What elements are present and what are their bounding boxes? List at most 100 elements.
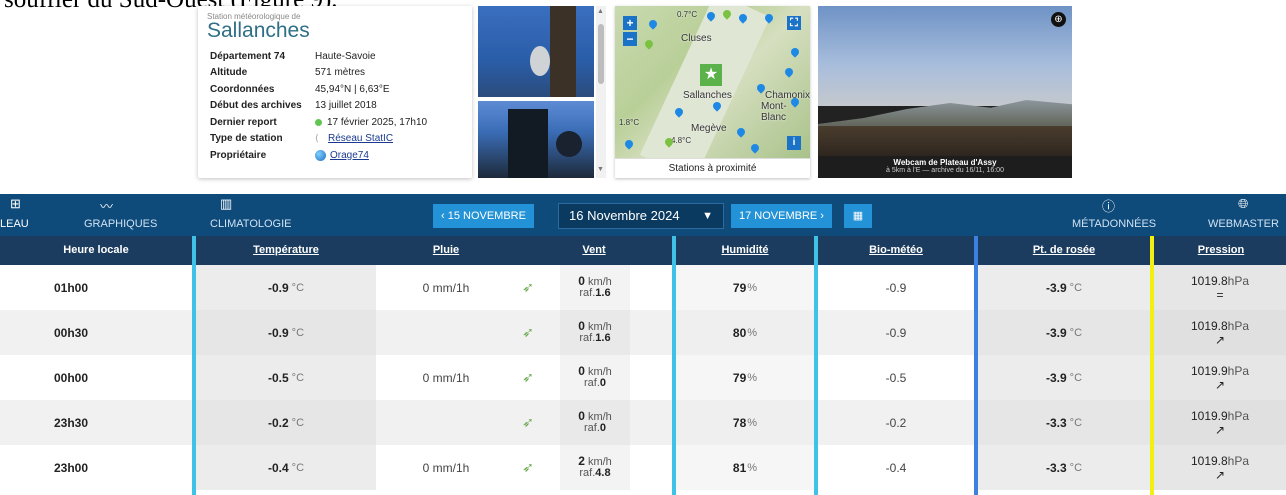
antenna-icon: ⟨ xyxy=(315,133,319,144)
tab-tableau[interactable]: ⊞ LEAU xyxy=(0,194,50,236)
cell-wind: 0 km/h raf.1.6 xyxy=(560,310,630,355)
bio-meteo-column-bar xyxy=(814,236,818,495)
map-temp-label: 1.8°C xyxy=(619,118,640,127)
pressure-column-bar xyxy=(1150,236,1154,495)
zoom-magnifier-icon[interactable]: ⊕ xyxy=(1051,12,1066,27)
cell-dew-point: -3.9 °C xyxy=(978,355,1150,400)
cell-temperature: -0.5 °C xyxy=(196,355,376,400)
cell-temperature: -0.9 °C xyxy=(196,310,376,355)
cell-temperature: -0.9 °C xyxy=(196,265,376,310)
page: souffler du Sud-Ouest (Figure 9). Statio… xyxy=(0,0,1286,495)
cell-humidity: 79% xyxy=(676,355,814,400)
info-row-altitude: Altitude 571 mètres xyxy=(210,67,366,79)
map-canvas[interactable]: + − ⛶ i Cluses Sallanches Chamonix Mont-… xyxy=(615,6,810,158)
scroll-thumb[interactable] xyxy=(598,24,604,84)
info-row-coordonnees: Coordonnées 45,94°N | 6,63°E xyxy=(210,83,390,95)
cell-humidity: 79% xyxy=(676,265,814,310)
station-pin-icon[interactable] xyxy=(735,126,747,138)
column-header-bio-meteo[interactable]: Bio-météo xyxy=(818,236,974,265)
chevron-down-icon: ▼ xyxy=(702,210,713,222)
station-pin-icon[interactable] xyxy=(749,142,761,154)
fullscreen-icon[interactable]: ⛶ xyxy=(787,16,801,30)
map-footer-label[interactable]: Stations à proximité xyxy=(615,158,810,178)
chimney-shape xyxy=(508,109,548,178)
station-pin-icon[interactable] xyxy=(647,18,659,30)
zoom-out-button[interactable]: − xyxy=(623,32,637,46)
webcam-sky xyxy=(818,6,1072,106)
column-header-pression[interactable]: Pression xyxy=(1156,236,1286,265)
cell-dew-point: -3.3 °C xyxy=(978,400,1150,445)
scroll-down-icon[interactable]: ▼ xyxy=(597,166,604,173)
line-chart-icon: 〰 xyxy=(100,199,114,214)
webcam-subtitle: à 5km à l'E — archive du 16/11, 16:00 xyxy=(886,167,1004,174)
cell-time: 23h30 xyxy=(54,415,89,430)
info-row-departement: Département 74 Haute-Savoie xyxy=(210,50,376,62)
previous-day-button[interactable]: ‹ 15 NOVEMBRE xyxy=(433,204,534,228)
map-temp-label: 0.7°C xyxy=(677,10,698,19)
station-pin-icon[interactable] xyxy=(643,38,655,50)
gallery-scrollbar[interactable]: ▲ ▼ xyxy=(596,6,606,178)
webcam-foreground xyxy=(818,126,1072,156)
station-photo-2[interactable] xyxy=(478,101,594,178)
cell-rain: 0 mm/1h xyxy=(422,370,470,385)
cell-bio-meteo: -0.9 xyxy=(885,325,907,340)
tab-graphiques[interactable]: 〰 GRAPHIQUES xyxy=(80,194,170,236)
cell-pressure: 1019.8hPa = xyxy=(1154,265,1286,310)
cell-rain: 0 mm/1h xyxy=(422,460,470,475)
webcam-image[interactable]: ⊕ Webcam de Plateau d'Assy à 5km à l'E —… xyxy=(818,6,1072,178)
cell-wind: 0 km/h raf.0 xyxy=(560,355,630,400)
column-header-pluie[interactable]: Pluie xyxy=(376,236,516,265)
station-pin-icon[interactable] xyxy=(783,66,795,78)
station-pin-icon[interactable] xyxy=(623,138,635,150)
station-network-link[interactable]: ⟨ Réseau StatIC xyxy=(315,133,393,144)
date-select[interactable]: 16 Novembre 2024 ▼ xyxy=(558,203,724,229)
cell-rain xyxy=(376,310,516,355)
cell-bio-meteo: -0.5 xyxy=(885,370,907,385)
wind-direction-arrow-icon: ➶ xyxy=(522,279,534,295)
data-nav-bar: ⊞ LEAU 〰 GRAPHIQUES ▥ CLIMATOLOGIE ‹ 15 … xyxy=(0,194,1286,236)
station-pin-icon[interactable] xyxy=(789,46,801,58)
next-day-button[interactable]: 17 NOVEMBRE › xyxy=(731,204,832,228)
cell-pressure: 1019.8hPa ↗ xyxy=(1154,445,1286,490)
cell-temperature: -0.2 °C xyxy=(196,400,376,445)
current-station-star-icon[interactable]: ★ xyxy=(700,64,722,86)
cell-pressure: 1019.9hPa ↗ xyxy=(1154,400,1286,445)
cell-wind: 0 km/h raf.1.6 xyxy=(560,265,630,310)
map-label-mont-blanc: Mont-Blanc xyxy=(761,101,787,123)
cell-pressure: 1019.9hPa ↗ xyxy=(1154,355,1286,400)
calendar-icon[interactable]: ▦ xyxy=(844,204,872,228)
webcam-title: Webcam de Plateau d'Assy xyxy=(893,158,997,167)
pressure-trend-icon: ↗ xyxy=(1214,422,1226,437)
bar-chart-icon: ▥ xyxy=(220,196,233,211)
cell-rain: 0 mm/1h xyxy=(422,280,470,295)
station-photo-1[interactable] xyxy=(478,6,594,97)
column-header-vent[interactable]: Vent xyxy=(516,236,672,265)
cell-humidity: 80% xyxy=(676,310,814,355)
column-header-humidite[interactable]: Humidité xyxy=(676,236,814,265)
pressure-trend-icon: ↗ xyxy=(1214,467,1226,482)
info-icon[interactable]: i xyxy=(787,136,801,150)
cell-time: 00h00 xyxy=(54,370,89,385)
tab-metadonnees[interactable]: ⓘ MÉTADONNÉES xyxy=(1070,194,1160,236)
cell-dew-point: -3.9 °C xyxy=(978,265,1150,310)
station-photo-gallery[interactable]: ▲ ▼ xyxy=(478,6,608,178)
info-row-proprietaire: Propriétaire Orage74 xyxy=(210,149,369,161)
zoom-in-button[interactable]: + xyxy=(623,16,637,30)
map-temp-label: 4.8°C xyxy=(671,136,692,145)
column-header-temperature[interactable]: Température xyxy=(196,236,376,265)
nearby-stations-map[interactable]: + − ⛶ i Cluses Sallanches Chamonix Mont-… xyxy=(615,6,810,178)
tab-webmaster[interactable]: 🌐︎ WEBMASTER xyxy=(1206,194,1286,236)
scroll-up-icon[interactable]: ▲ xyxy=(597,8,604,15)
globe-icon: 🌐︎ xyxy=(1238,196,1249,211)
globe-icon xyxy=(315,149,326,161)
dew-point-column-bar xyxy=(974,236,978,495)
cell-pressure: 1019.8hPa ↗ xyxy=(1154,310,1286,355)
owner-link[interactable]: Orage74 xyxy=(315,149,369,161)
column-header-point-rosee[interactable]: Pt. de rosée xyxy=(978,236,1150,265)
map-label-cluses: Cluses xyxy=(681,33,712,44)
cell-humidity: 81% xyxy=(676,445,814,490)
map-label-megeve: Megève xyxy=(691,123,727,134)
tab-climatologie[interactable]: ▥ CLIMATOLOGIE xyxy=(210,194,310,236)
column-header-heure: Heure locale xyxy=(63,244,129,256)
map-label-chamonix: Chamonix xyxy=(765,90,810,101)
